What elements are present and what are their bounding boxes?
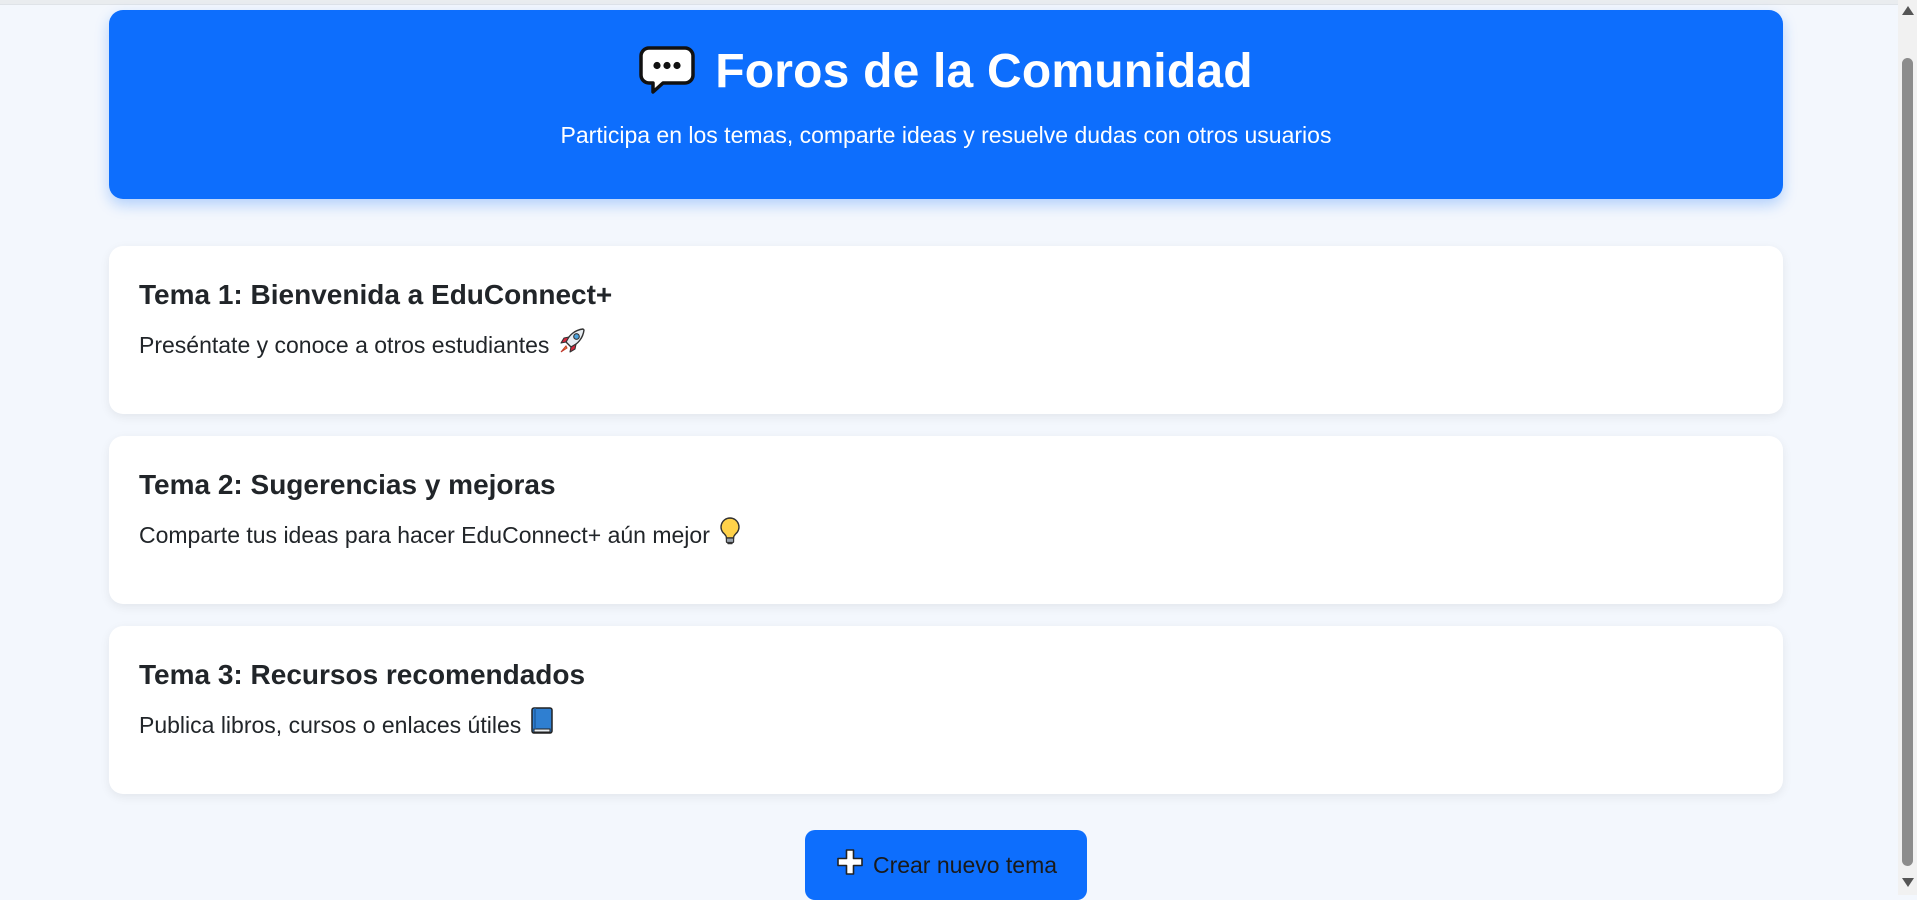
topic-title[interactable]: Tema 1: Bienvenida a EduConnect+ (139, 278, 1753, 312)
topic-description: Publica libros, cursos o enlaces útiles (139, 711, 522, 738)
topic-description: Preséntate y conoce a otros estudiantes (139, 331, 550, 358)
topic-card[interactable]: Tema 1: Bienvenida a EduConnect+ Presént… (109, 246, 1783, 414)
create-topic-label: Crear nuevo tema (872, 851, 1058, 878)
topic-description: Comparte tus ideas para hacer EduConnect… (139, 521, 710, 548)
topic-description-row: Preséntate y conoce a otros estudiantes (139, 326, 1753, 363)
rocket-icon (557, 326, 587, 363)
page-subtitle: Participa en los temas, comparte ideas y… (560, 122, 1332, 148)
topic-title[interactable]: Tema 2: Sugerencias y mejoras (139, 468, 1753, 502)
actions-row: Crear nuevo tema (109, 830, 1783, 900)
page-container: Foros de la Comunidad Participa en los t… (109, 10, 1783, 900)
forum-header: Foros de la Comunidad Participa en los t… (109, 10, 1783, 199)
topic-card[interactable]: Tema 3: Recursos recomendados Publica li… (109, 626, 1783, 794)
scrollbar-thumb[interactable] (1902, 58, 1913, 866)
scroll-down-arrow-icon[interactable] (1902, 878, 1914, 887)
light-bulb-icon (718, 516, 742, 553)
vertical-scrollbar[interactable] (1898, 0, 1917, 895)
speech-bubble-icon (639, 45, 695, 100)
scroll-up-arrow-icon[interactable] (1902, 6, 1914, 15)
topic-title[interactable]: Tema 3: Recursos recomendados (139, 658, 1753, 692)
create-topic-button[interactable]: Crear nuevo tema (804, 830, 1088, 900)
browser-top-border (0, 0, 1898, 5)
topic-card[interactable]: Tema 2: Sugerencias y mejoras Comparte t… (109, 436, 1783, 604)
header-title-row: Foros de la Comunidad (109, 43, 1783, 101)
blue-book-icon (529, 706, 555, 743)
topic-list: Tema 1: Bienvenida a EduConnect+ Presént… (109, 246, 1783, 794)
topic-description-row: Publica libros, cursos o enlaces útiles (139, 706, 1753, 743)
topic-description-row: Comparte tus ideas para hacer EduConnect… (139, 516, 1753, 553)
plus-icon (835, 847, 865, 883)
page-title: Foros de la Comunidad (715, 45, 1253, 98)
